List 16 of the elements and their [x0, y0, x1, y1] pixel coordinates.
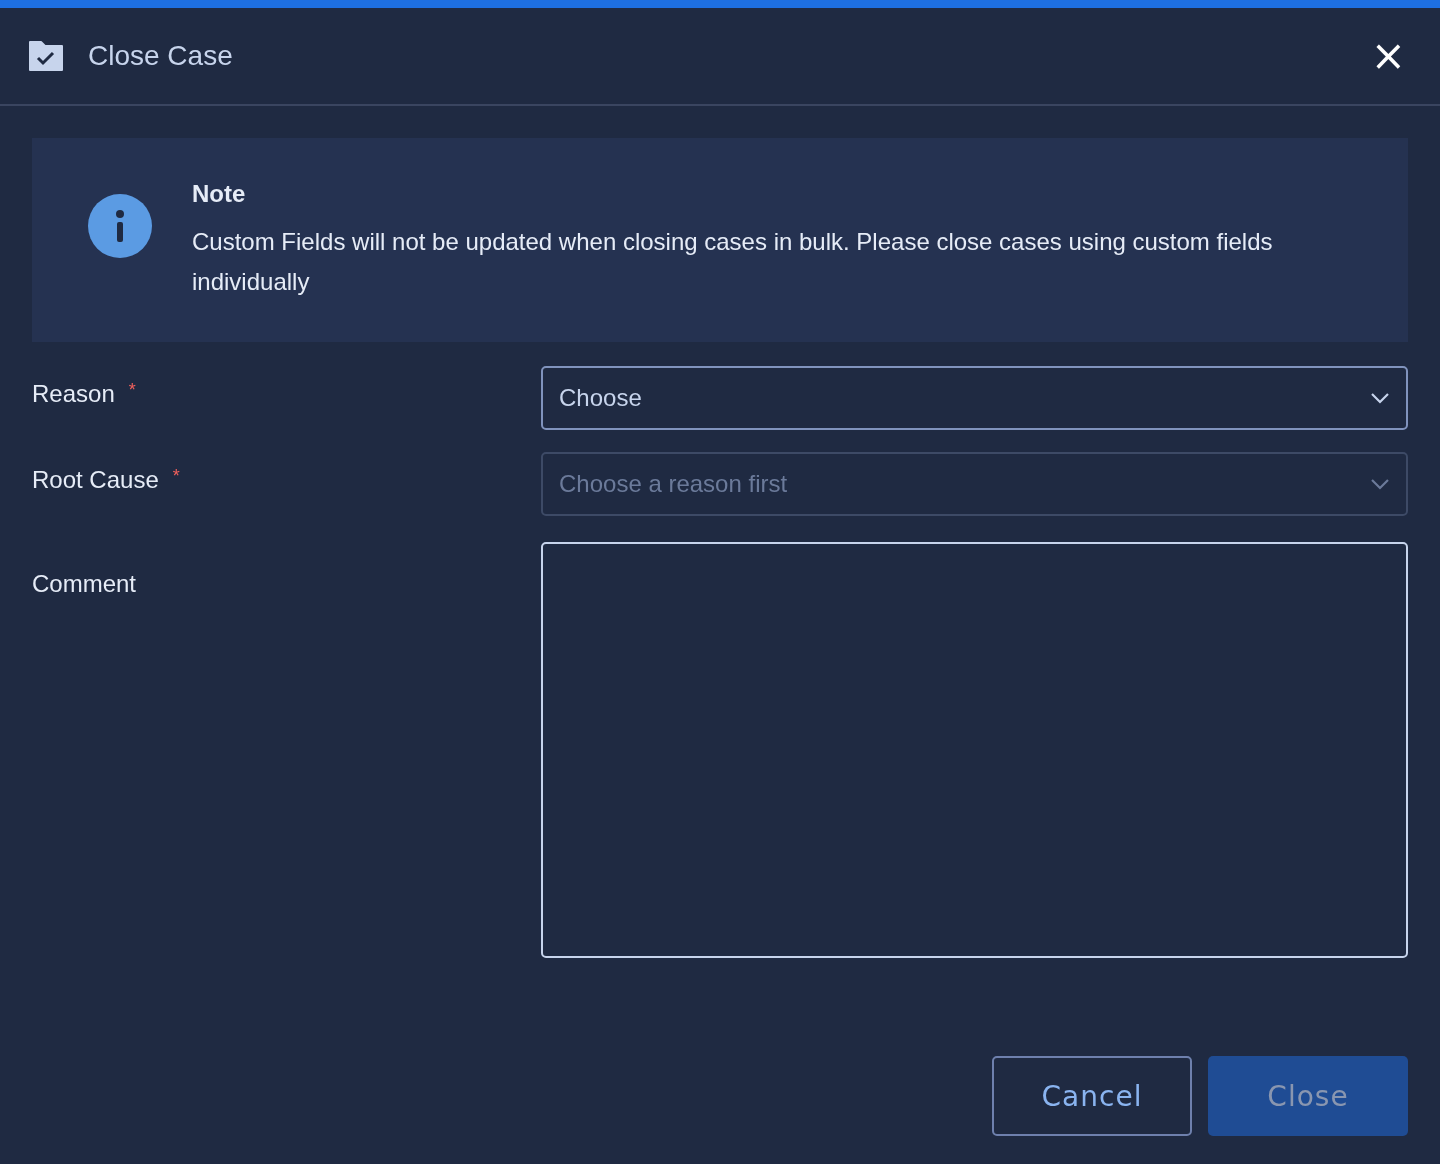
folder-check-icon: [28, 40, 64, 72]
note-text: Custom Fields will not be updated when closing cases in bulk. Please close cases using custom fields individually: [192, 227, 1274, 297]
select-field[interactable]: Choose: [541, 366, 1408, 430]
field-label: Comment: [32, 570, 137, 598]
field-label: Root Cause: [32, 466, 159, 494]
required-mark: *: [172, 466, 180, 487]
required-mark: *: [128, 380, 136, 401]
note-title: Note: [192, 180, 247, 208]
dialog-title: Close Case: [88, 40, 234, 72]
comment-field[interactable]: [541, 542, 1408, 958]
chevron-down-icon: [1370, 478, 1390, 490]
close-button[interactable]: ×: [1364, 35, 1412, 77]
cancel-button[interactable]: Cancel: [992, 1056, 1192, 1136]
chevron-down-icon: [1370, 392, 1390, 404]
field-label: Reason: [32, 380, 115, 408]
info-icon: [88, 194, 152, 258]
